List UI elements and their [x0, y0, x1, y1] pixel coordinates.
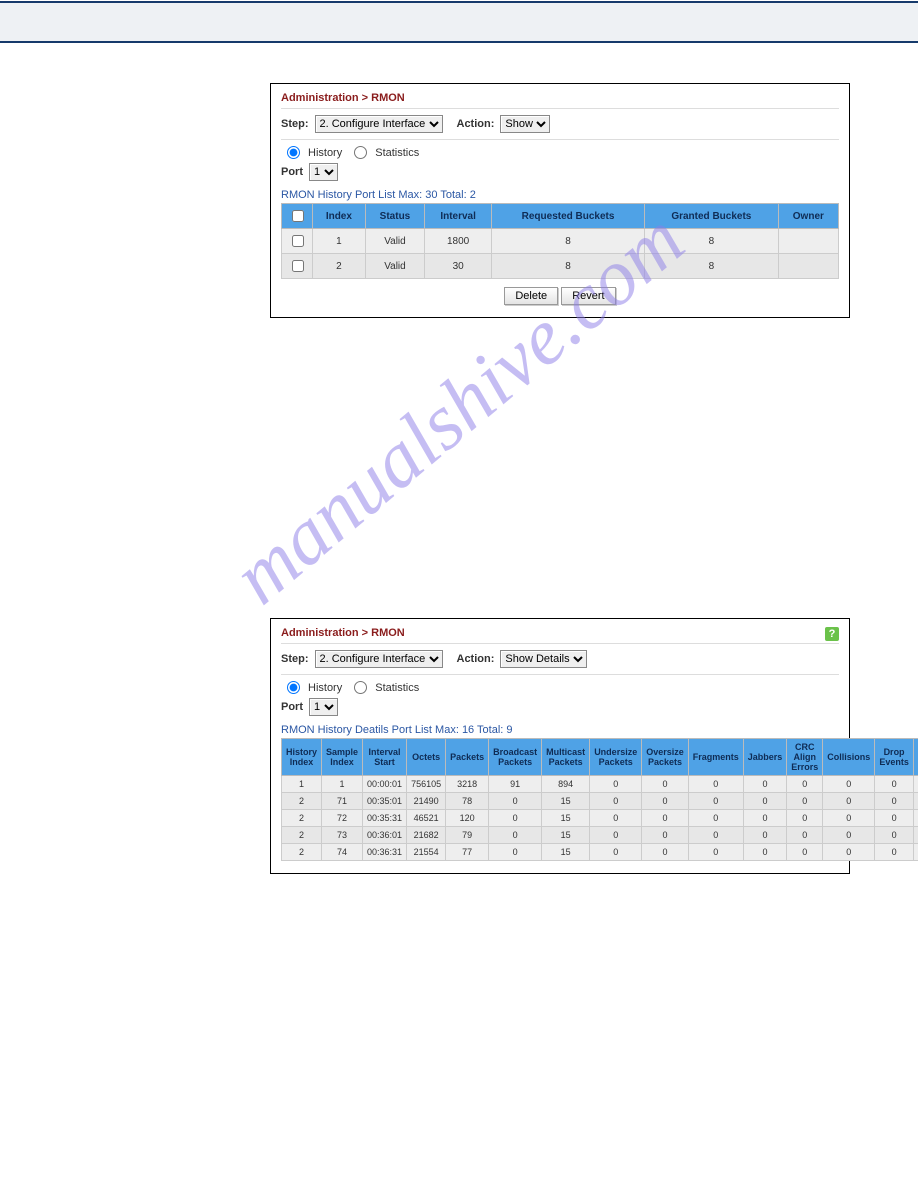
history-radio[interactable]	[287, 146, 300, 159]
col-status: Status	[365, 204, 424, 229]
top-bar	[0, 1, 918, 43]
history-radio-label: History	[308, 682, 342, 694]
port-select[interactable]: 1	[309, 163, 338, 181]
col-jabbers: Jabbers	[743, 739, 787, 776]
col-checkbox	[282, 204, 313, 229]
step-label: Step:	[281, 653, 309, 665]
row-checkbox[interactable]	[292, 235, 304, 247]
step-select[interactable]: 2. Configure Interface	[315, 650, 443, 668]
port-label: Port	[281, 166, 303, 178]
history-radio-label: History	[308, 147, 342, 159]
action-select[interactable]: Show Details	[500, 650, 587, 668]
list-title: RMON History Port List	[281, 189, 395, 201]
help-icon[interactable]: ?	[825, 627, 839, 641]
col-drop-events: Drop Events	[875, 739, 914, 776]
rmon-show-panel: Administration > RMON Step: 2. Configure…	[270, 83, 850, 318]
total-label: Total: 9	[477, 724, 512, 736]
col-granted-buckets: Granted Buckets	[645, 204, 779, 229]
table-row: 1 Valid 1800 8 8	[282, 229, 839, 254]
col-fragments: Fragments	[688, 739, 743, 776]
step-label: Step:	[281, 118, 309, 130]
max-label: Max: 30	[398, 189, 437, 201]
col-collisions: Collisions	[823, 739, 875, 776]
history-radio[interactable]	[287, 681, 300, 694]
statistics-radio-label: Statistics	[375, 147, 419, 159]
port-select[interactable]: 1	[309, 698, 338, 716]
row-checkbox[interactable]	[292, 260, 304, 272]
table-row: 27200:35:314652112001500000000	[282, 810, 918, 827]
delete-button[interactable]: Delete	[504, 287, 558, 305]
col-multicast: Multicast Packets	[542, 739, 590, 776]
col-history-index: History Index	[282, 739, 322, 776]
col-sample-index: Sample Index	[322, 739, 363, 776]
table-row: 2 Valid 30 8 8	[282, 254, 839, 279]
col-network-util: Network Utilization	[913, 739, 918, 776]
list-title: RMON History Deatils Port List	[281, 724, 432, 736]
table-row: 27300:36:01216827901500000000	[282, 827, 918, 844]
breadcrumb: Administration > RMON	[281, 627, 839, 644]
col-octets: Octets	[407, 739, 446, 776]
breadcrumb: Administration > RMON	[281, 92, 839, 109]
rmon-details-panel: ? Administration > RMON Step: 2. Configu…	[270, 618, 850, 874]
col-broadcast: Broadcast Packets	[489, 739, 542, 776]
select-all-checkbox[interactable]	[292, 210, 304, 222]
statistics-radio[interactable]	[354, 146, 367, 159]
action-select[interactable]: Show	[500, 115, 550, 133]
history-port-table: Index Status Interval Requested Buckets …	[281, 203, 839, 279]
col-packets: Packets	[446, 739, 489, 776]
action-label: Action:	[457, 653, 495, 665]
max-label: Max: 16	[435, 724, 474, 736]
table-row: 1100:00:0175610532189189400000000	[282, 776, 918, 793]
table-row: 27400:36:31215547701500000000	[282, 844, 918, 861]
col-owner: Owner	[778, 204, 838, 229]
history-details-table: History Index Sample Index Interval Star…	[281, 738, 918, 861]
col-crc-align: CRC Align Errors	[787, 739, 823, 776]
total-label: Total: 2	[440, 189, 475, 201]
table-row: 27100:35:01214907801500000000	[282, 793, 918, 810]
statistics-radio-label: Statistics	[375, 682, 419, 694]
action-label: Action:	[457, 118, 495, 130]
col-undersize: Undersize Packets	[590, 739, 642, 776]
col-index: Index	[313, 204, 366, 229]
step-select[interactable]: 2. Configure Interface	[315, 115, 443, 133]
port-label: Port	[281, 701, 303, 713]
col-interval-start: Interval Start	[363, 739, 407, 776]
statistics-radio[interactable]	[354, 681, 367, 694]
revert-button[interactable]: Revert	[561, 287, 615, 305]
col-oversize: Oversize Packets	[642, 739, 689, 776]
col-interval: Interval	[425, 204, 492, 229]
col-requested-buckets: Requested Buckets	[492, 204, 645, 229]
